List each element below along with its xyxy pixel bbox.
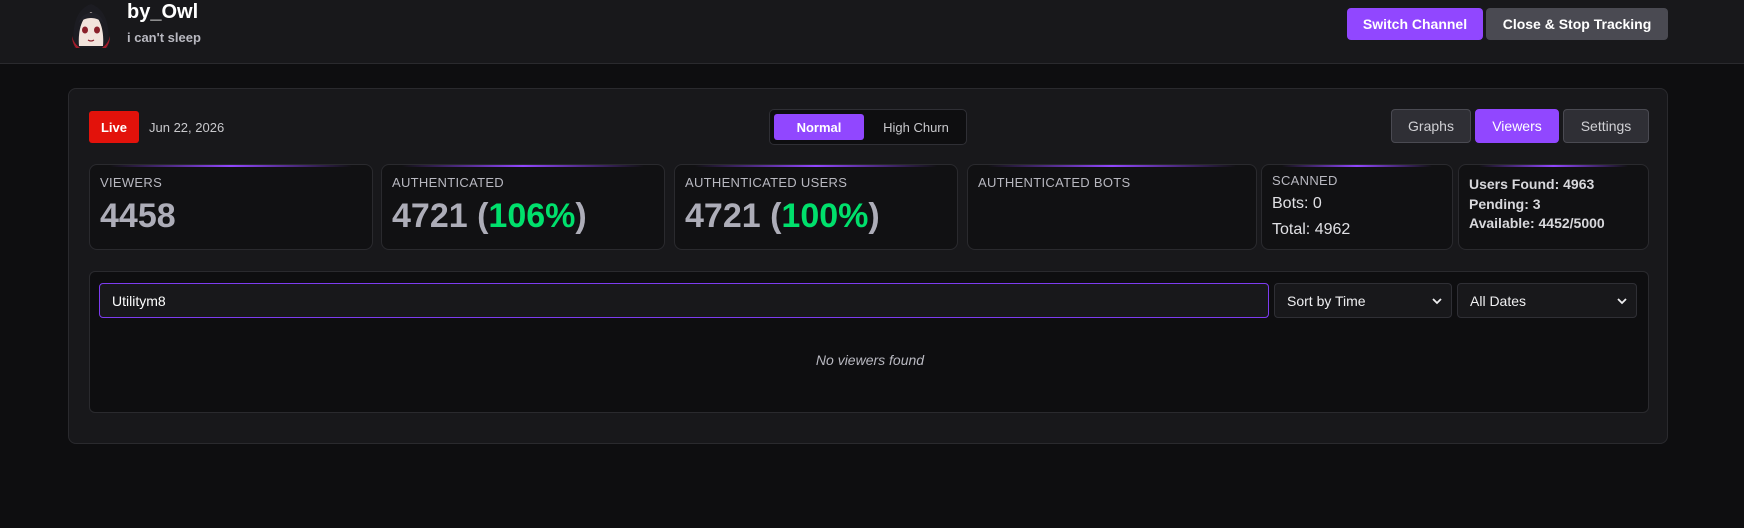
sort-select-value: Sort by Time [1287, 292, 1366, 309]
close-stop-tracking-button[interactable]: Close & Stop Tracking [1486, 8, 1668, 40]
scanned-stat-card: SCANNED Bots: 0 Total: 4962 [1261, 164, 1453, 250]
available-count: Available: 4452/5000 [1469, 215, 1605, 231]
top-bar: by_Owl i can't sleep Switch Channel Clos… [0, 0, 1744, 64]
authenticated-users-stat-value: 4721 (100%) [685, 197, 880, 236]
authenticated-paren-close: ) [575, 197, 587, 235]
users-found: Users Found: 4963 [1469, 176, 1595, 192]
authenticated-users-count: 4721 [685, 197, 761, 235]
authenticated-stat-value: 4721 (106%) [392, 197, 587, 236]
switch-channel-button[interactable]: Switch Channel [1347, 8, 1483, 40]
channel-status: i can't sleep [127, 30, 201, 45]
pending-count: Pending: 3 [1469, 196, 1541, 212]
authenticated-users-percent: 100% [781, 197, 869, 235]
scanned-bots: Bots: 0 [1272, 195, 1322, 212]
dashboard-panel: Live Jun 22, 2026 Normal High Churn Grap… [68, 88, 1668, 444]
date-filter-value: All Dates [1470, 292, 1527, 309]
sort-select[interactable]: Sort by Time [1274, 283, 1452, 318]
authenticated-stat-card: AUTHENTICATED 4721 (106%) [381, 164, 665, 250]
authenticated-users-stat-card: AUTHENTICATED USERS 4721 (100%) [674, 164, 958, 250]
authenticated-users-stat-label: AUTHENTICATED USERS [685, 175, 848, 190]
tab-viewers[interactable]: Viewers [1475, 109, 1559, 143]
tab-settings[interactable]: Settings [1563, 109, 1649, 143]
viewers-stat-card: VIEWERS 4458 [89, 164, 373, 250]
authenticated-stat-label: AUTHENTICATED [392, 175, 504, 190]
live-badge: Live [89, 111, 139, 143]
tab-graphs[interactable]: Graphs [1391, 109, 1471, 143]
channel-name: by_Owl [127, 1, 199, 23]
summary-stat-card: Users Found: 4963 Pending: 3 Available: … [1458, 164, 1649, 250]
viewers-stat-value: 4458 [100, 197, 176, 235]
authenticated-bots-stat-label: AUTHENTICATED BOTS [978, 175, 1131, 190]
mode-toggle: Normal High Churn [769, 109, 967, 145]
authenticated-paren-open: ( [477, 197, 489, 235]
authenticated-count: 4721 [392, 197, 468, 235]
viewers-stat-label: VIEWERS [100, 175, 163, 190]
scanned-stat-label: SCANNED [1272, 173, 1338, 188]
chevron-down-icon [1617, 298, 1627, 305]
viewer-search-input[interactable] [99, 283, 1269, 318]
mode-normal-button[interactable]: Normal [774, 114, 864, 140]
authenticated-bots-stat-card: AUTHENTICATED BOTS [967, 164, 1257, 250]
empty-viewers-message: No viewers found [815, 352, 925, 368]
authenticated-users-paren-open: ( [770, 197, 782, 235]
scanned-total: Total: 4962 [1272, 221, 1351, 238]
mode-high-churn-button[interactable]: High Churn [868, 114, 964, 140]
authenticated-users-paren-close: ) [868, 197, 880, 235]
stream-date: Jun 22, 2026 [149, 120, 225, 135]
authenticated-percent: 106% [488, 197, 576, 235]
chevron-down-icon [1432, 298, 1442, 305]
viewer-list-container: Sort by Time All Dates No viewers found [89, 271, 1649, 413]
avatar [68, 0, 114, 50]
date-filter-select[interactable]: All Dates [1457, 283, 1637, 318]
